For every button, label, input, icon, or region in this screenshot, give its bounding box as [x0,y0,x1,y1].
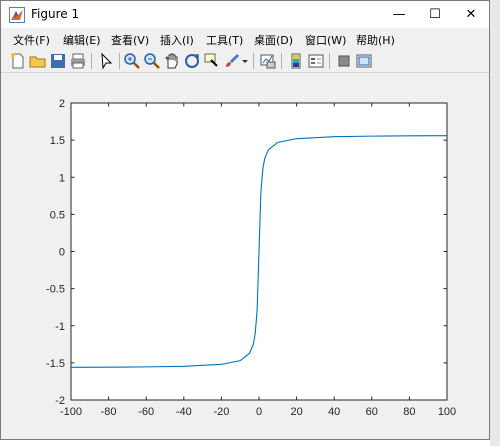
minimize-icon: — [392,7,406,22]
figure-toolbar [1,50,489,73]
x-tick-label: 0 [256,406,262,418]
toolbar-separator [119,53,120,69]
menu-view[interactable]: 查看(V) [111,32,149,48]
window-title: Figure 1 [31,7,80,21]
y-tick-label: -2 [55,395,65,407]
link-plot-icon[interactable] [259,52,277,70]
x-tick-label: 80 [403,406,415,418]
show-plot-tools-icon[interactable] [355,52,373,70]
toolbar-separator [91,53,92,69]
y-tick-label: -1.5 [46,358,65,370]
y-tick-label: -0.5 [46,284,65,296]
menu-edit[interactable]: 编辑(E) [63,32,101,48]
pan-hand-icon[interactable] [163,52,181,70]
background-window-edge [490,0,500,446]
new-figure-icon[interactable] [9,52,27,70]
close-icon: ✕ [465,7,477,22]
zoom-out-icon[interactable] [143,52,161,70]
data-cursor-icon[interactable] [203,52,221,70]
hide-plot-tools-icon[interactable] [335,52,353,70]
y-tick-label: 0 [59,247,65,259]
x-tick-label: 100 [438,406,456,418]
print-icon[interactable] [69,52,87,70]
title-bar[interactable]: Figure 1 — ☐ ✕ [1,1,489,28]
x-tick-label: 40 [328,406,340,418]
brush-dropdown-icon[interactable] [241,52,249,70]
x-tick-label: -40 [176,406,192,418]
y-tick-label: 1 [59,172,65,184]
plot-area[interactable]: -100 -80 -60 -40 -20 0 20 40 60 80 100 -2-1.5-1-0.… [2,73,489,439]
minimize-button[interactable]: — [381,1,417,28]
toolbar-separator [281,53,282,69]
pointer-icon[interactable] [97,52,115,70]
menu-bar: 文件(F) 编辑(E) 查看(V) 插入(I) 工具(T) 桌面(D) 窗口(W… [1,29,489,49]
brush-icon[interactable] [223,52,241,70]
y-tick-label: 1.5 [50,135,65,147]
zoom-in-icon[interactable] [123,52,141,70]
y-tick-label: 2 [59,98,65,110]
x-tick-label: -20 [213,406,229,418]
legend-icon[interactable] [307,52,325,70]
menu-tools[interactable]: 工具(T) [206,32,243,48]
maximize-button[interactable]: ☐ [417,1,453,28]
x-tick-label: 60 [366,406,378,418]
x-tick-label: -80 [101,406,117,418]
menu-insert[interactable]: 插入(I) [160,32,194,48]
menu-file[interactable]: 文件(F) [13,32,50,48]
close-button[interactable]: ✕ [453,1,489,28]
save-icon[interactable] [49,52,67,70]
x-tick-label: -100 [60,406,82,418]
menu-desktop[interactable]: 桌面(D) [254,32,293,48]
y-tick-labels: -2 -1.5 -1 -0.5 0 0.5 1 1.5 2 [46,98,65,407]
maximize-icon: ☐ [429,7,441,22]
y-tick-label: -1 [55,321,65,333]
x-tick-label: 20 [290,406,302,418]
x-tick-label: -60 [138,406,154,418]
menu-help[interactable]: 帮助(H) [356,32,395,48]
menu-window[interactable]: 窗口(W) [305,32,346,48]
toolbar-separator [329,53,330,69]
open-file-icon[interactable] [29,52,47,70]
x-tick-labels: -100 -80 -60 -40 -20 0 20 40 60 80 100 [60,406,456,418]
rotate-3d-icon[interactable] [183,52,201,70]
figure-canvas: -100 -80 -60 -40 -20 0 20 40 60 80 100 -2 -1.5 -1 -0.… [2,73,489,439]
matlab-icon [9,7,25,23]
colorbar-icon[interactable] [287,52,305,70]
toolbar-separator [253,53,254,69]
y-tick-label: 0.5 [50,209,65,221]
figure-window: Figure 1 — ☐ ✕ 文件(F) 编辑(E) 查看(V) 插入(I) 工… [0,0,490,440]
